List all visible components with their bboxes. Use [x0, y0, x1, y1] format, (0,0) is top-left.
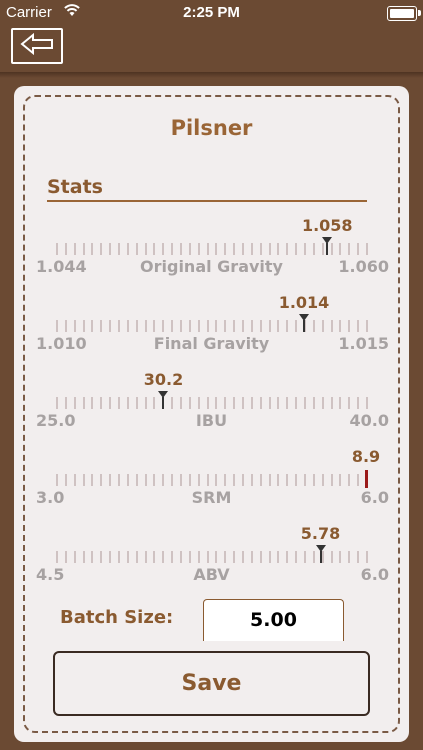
stat-slider-ibu[interactable]: 30.2 25.0 IBU 40.0: [14, 370, 409, 436]
slider-value-label: 1.058: [301, 216, 353, 235]
stat-slider-original-gravity[interactable]: 1.058 1.044 Original Gravity 1.060: [14, 216, 409, 282]
save-button[interactable]: Save: [53, 651, 370, 716]
status-time: 2:25 PM: [183, 4, 240, 21]
slider-ticks: [56, 397, 368, 409]
slider-max-label: 40.0: [349, 411, 389, 430]
slider-value-label: 5.78: [300, 524, 341, 543]
slider-value-label: 30.2: [143, 370, 184, 389]
slider-limit-marker[interactable]: [365, 470, 368, 488]
slider-max-label: 6.0: [360, 488, 389, 507]
slider-name-label: ABV: [193, 565, 230, 584]
stat-slider-srm[interactable]: 8.9 3.0 SRM 6.0: [14, 447, 409, 513]
batch-size-input[interactable]: 5.00: [203, 599, 344, 641]
slider-thumb-icon[interactable]: [158, 391, 169, 409]
slider-ticks: [56, 243, 368, 255]
battery-icon: [387, 6, 421, 21]
slider-value-label: 1.014: [278, 293, 330, 312]
status-bar: Carrier 2:25 PM: [0, 0, 423, 26]
stat-slider-final-gravity[interactable]: 1.014 1.010 Final Gravity 1.015: [14, 293, 409, 359]
slider-ticks: [56, 320, 368, 332]
back-button[interactable]: [11, 28, 63, 64]
stats-divider: [47, 200, 367, 202]
slider-max-label: 1.060: [338, 257, 389, 276]
nav-bar-divider: [0, 72, 423, 78]
slider-thumb-icon[interactable]: [315, 545, 326, 563]
batch-size-label: Batch Size:: [60, 607, 174, 628]
slider-name-label: SRM: [191, 488, 232, 507]
stats-heading: Stats: [47, 176, 103, 198]
slider-max-label: 6.0: [360, 565, 389, 584]
stat-slider-abv[interactable]: 5.78 4.5 ABV 6.0: [14, 524, 409, 590]
slider-value-label: 8.9: [351, 447, 381, 466]
recipe-title: Pilsner: [170, 116, 253, 140]
slider-thumb-icon[interactable]: [322, 237, 333, 255]
slider-thumb-icon[interactable]: [299, 314, 309, 332]
back-arrow-icon: [20, 32, 54, 59]
slider-ticks: [56, 474, 368, 486]
recipe-card: Pilsner Stats 1.058 1.044 Original Gravity…: [14, 86, 409, 742]
slider-max-label: 1.015: [338, 334, 389, 353]
